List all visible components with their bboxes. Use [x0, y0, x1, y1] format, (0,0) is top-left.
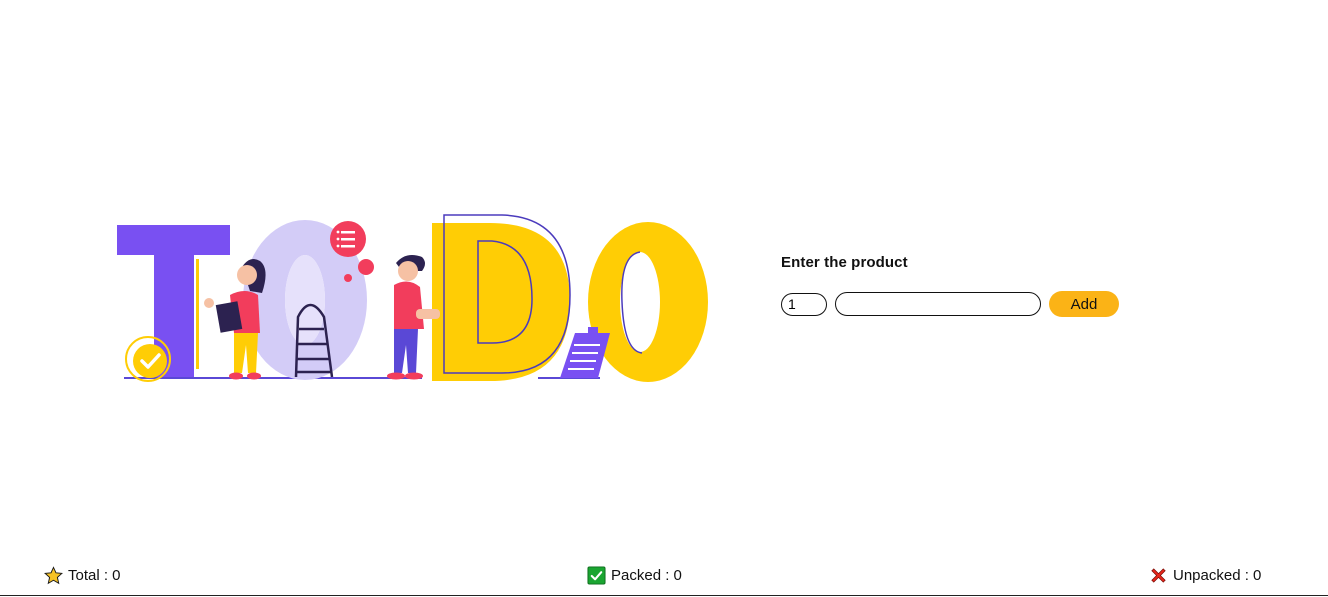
- star-icon: [44, 565, 63, 584]
- stat-unpacked-label: Unpacked : 0: [1173, 566, 1262, 584]
- clipboard-icon: [560, 327, 610, 378]
- quantity-input[interactable]: [781, 292, 827, 316]
- add-button[interactable]: Add: [1049, 291, 1119, 317]
- letter-o-yellow: [588, 222, 708, 382]
- check-badge-icon: [125, 336, 171, 382]
- red-cross-icon: [1151, 567, 1166, 583]
- stat-unpacked: Unpacked : 0: [1149, 562, 1261, 588]
- checkbox-checked-icon: [587, 565, 606, 585]
- stats-footer: Total : 0 Packed : 0 Unpacked : 0: [0, 562, 1328, 588]
- stat-total: Total : 0: [44, 562, 121, 588]
- app-page: Enter the product Add Total : 0 Packed :…: [0, 0, 1328, 597]
- letter-d: [432, 214, 571, 381]
- person-woman: [204, 259, 266, 380]
- stat-total-label: Total : 0: [68, 566, 121, 584]
- form-title: Enter the product: [781, 254, 908, 271]
- todo-illustration: [110, 205, 720, 400]
- add-product-form: Enter the product Add: [781, 254, 1141, 317]
- footer-divider: [0, 595, 1328, 596]
- product-name-input[interactable]: [835, 292, 1041, 316]
- stat-packed: Packed : 0: [587, 562, 682, 588]
- form-row: Add: [781, 291, 1141, 317]
- todo-hero-svg: [117, 214, 708, 382]
- stat-packed-label: Packed : 0: [611, 566, 682, 584]
